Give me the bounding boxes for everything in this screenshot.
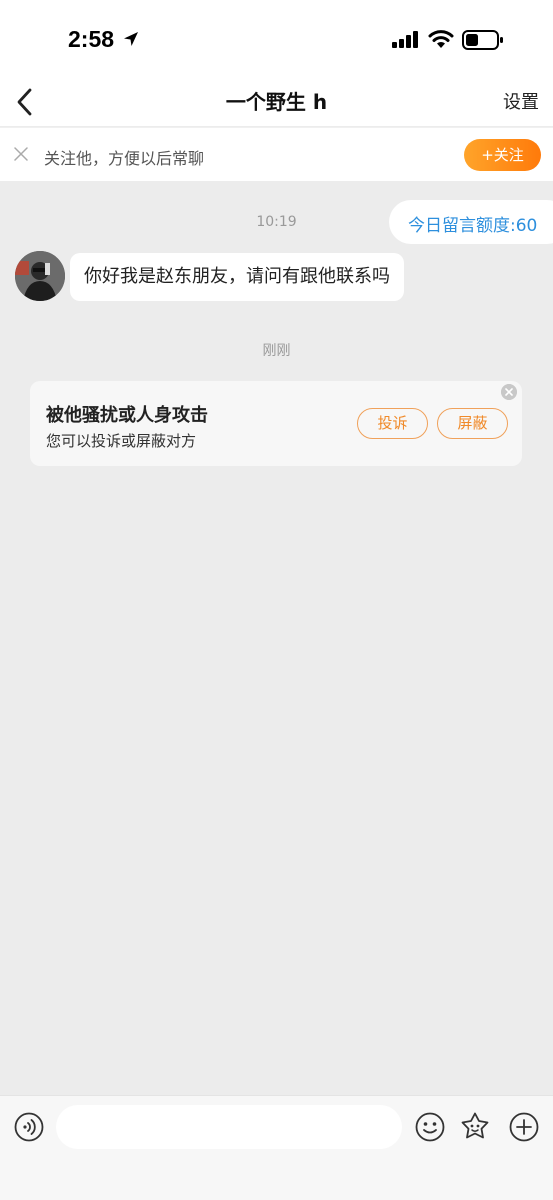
report-card-title: 被他骚扰或人身攻击: [46, 405, 208, 426]
block-button[interactable]: 屏蔽: [437, 408, 508, 439]
message-timestamp: 10:19: [256, 214, 297, 230]
location-arrow-icon: [124, 32, 138, 46]
harassment-report-card: 被他骚扰或人身攻击 您可以投诉或屏蔽对方 投诉 屏蔽: [30, 381, 522, 466]
cellular-signal-icon: [392, 31, 418, 48]
status-time: 2:58: [68, 26, 115, 52]
avatar[interactable]: [15, 251, 65, 301]
input-bar: [0, 1095, 553, 1200]
sticker-icon[interactable]: [459, 1111, 491, 1143]
follow-banner: 关注他，方便以后常聊 +关注: [0, 127, 553, 181]
report-card-subtitle: 您可以投诉或屏蔽对方: [46, 432, 197, 450]
settings-button[interactable]: 设置: [503, 88, 539, 114]
message-timestamp: 刚刚: [262, 343, 291, 359]
close-icon[interactable]: [501, 384, 517, 400]
nav-bar: 一个野生 h 设置: [0, 78, 553, 126]
report-button[interactable]: 投诉: [357, 408, 428, 439]
follow-prompt-text: 关注他，方便以后常聊: [44, 149, 205, 168]
message-bubble[interactable]: 你好我是赵东朋友，请问有跟他联系吗: [70, 253, 404, 301]
battery-icon: [462, 30, 503, 50]
message-input[interactable]: [56, 1105, 402, 1149]
close-icon[interactable]: [14, 147, 28, 161]
plus-icon[interactable]: [509, 1112, 539, 1142]
voice-icon[interactable]: [14, 1112, 44, 1142]
status-bar: 2:58: [0, 0, 553, 78]
emoji-icon[interactable]: [415, 1112, 445, 1142]
wifi-icon: [428, 30, 454, 48]
page-title: 一个野生 h: [225, 90, 328, 114]
follow-button[interactable]: +关注: [464, 139, 541, 171]
